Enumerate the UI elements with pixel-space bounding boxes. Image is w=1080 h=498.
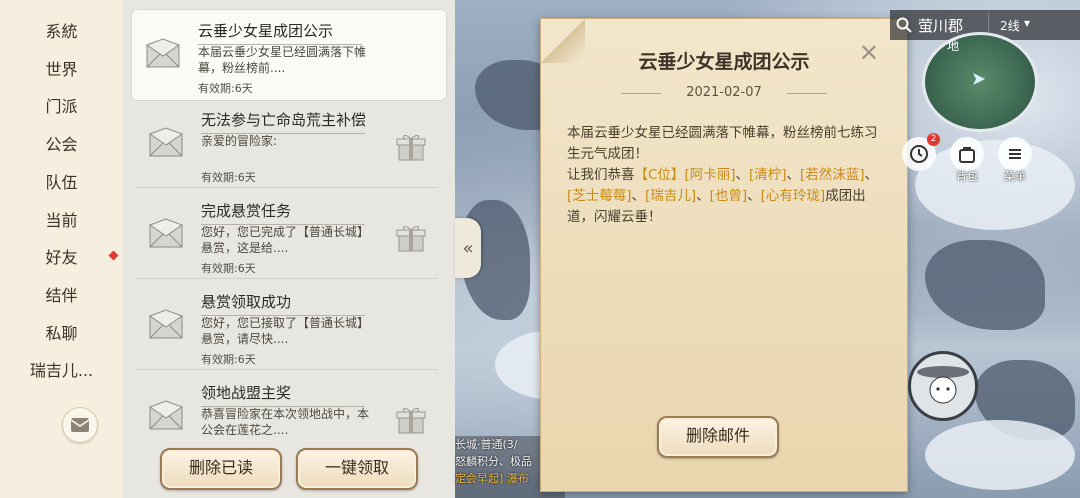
channel-tab[interactable]: 公会 [0, 127, 123, 163]
mail-body-paragraph: 让我们恭喜【C位】[阿卡丽]、[清柠]、[若然沫蓝]、[芝士莓莓]、[瑞吉儿]、… [567, 167, 879, 225]
mail-list-item[interactable]: 完成悬赏任务 您好，您已完成了【普通长城】悬赏，这是给.... 有效期:6天 [135, 190, 438, 279]
mail-actions: 删除已读 一键领取 [123, 445, 455, 498]
channel-tab[interactable]: 私聊 [0, 316, 123, 352]
minimap[interactable]: 地 [922, 32, 1038, 132]
envelope-icon [148, 400, 184, 430]
mail-title: 无法参与亡命岛荒主补偿 [201, 109, 365, 134]
gift-icon [396, 135, 426, 161]
minimap-label: 地 [947, 39, 960, 53]
mail-preview: 您好，您已接取了【普通长城】悬赏，请尽快.... [201, 316, 370, 346]
close-icon[interactable]: ✕ [859, 39, 879, 67]
menu-label: 菜单 [1004, 170, 1026, 183]
mail-list: 云垂少女星成团公示 本届云垂少女星已经圆满落下帷幕，粉丝榜前.... 有效期:6天无… [123, 0, 455, 498]
mail-expiry: 有效期:6天 [201, 171, 256, 184]
server-line[interactable]: 2线 [1000, 17, 1020, 34]
mail-expiry: 有效期:6天 [201, 353, 256, 366]
clock-button[interactable]: 2 [902, 133, 940, 171]
chevron-down-icon: ▾ [1024, 16, 1031, 30]
mail-title: 悬赏领取成功 [201, 291, 365, 316]
channel-tab[interactable]: 结伴 [0, 278, 123, 314]
envelope-icon [145, 38, 181, 68]
envelope-icon [148, 127, 184, 157]
gift-icon [396, 408, 426, 434]
highlighted-name: [阿卡丽] [684, 167, 736, 183]
highlighted-name: [心有玲珑] [760, 188, 826, 204]
mail-list-item[interactable]: 悬赏领取成功 您好，您已接取了【普通长城】悬赏，请尽快.... 有效期:6天 [135, 281, 438, 370]
mail-body-paragraph: 本届云垂少女星已经圆满落下帷幕，粉丝榜前七练习生元气成团！ [567, 125, 878, 162]
envelope [148, 218, 184, 252]
channel-tab[interactable]: 好友 [0, 240, 123, 276]
attachment [396, 406, 426, 438]
menu-button[interactable] [998, 137, 1032, 171]
bag-label: 背包 [956, 170, 978, 183]
channel-tab[interactable]: 当前 [0, 203, 123, 239]
mail-preview: 亲爱的冒险家: [201, 134, 278, 148]
mail-preview: 本届云垂少女星已经圆满落下帷幕，粉丝榜前.... [198, 45, 367, 75]
bag-button[interactable] [950, 137, 984, 171]
character-portrait-icon [917, 366, 969, 404]
bag-icon [959, 147, 975, 163]
channel-tab-label: 好友 [45, 248, 78, 268]
chevron-left-icon: « [462, 237, 474, 259]
envelope-icon [148, 218, 184, 248]
mail-body: 本届云垂少女星已经圆满落下帷幕，粉丝榜前七练习生元气成团！ 让我们恭喜【C位】[… [567, 123, 885, 228]
highlighted-name: [芝士莓莓] [567, 188, 632, 204]
highlighted-name: [若然沫蓝] [800, 167, 865, 183]
highlighted-name: [也曾] [709, 188, 748, 204]
mail-title: 云垂少女星成团公示 [198, 20, 362, 45]
mail-title: 领地战盟主奖 [201, 382, 365, 407]
envelope-icon [148, 309, 184, 339]
mail-list-item[interactable]: 云垂少女星成团公示 本届云垂少女星已经圆满落下帷幕，粉丝榜前.... 有效期:6天 [131, 9, 447, 101]
mail-detail-panel: 云垂少女星成团公示 ✕ 2021-02-07 本届云垂少女星已经圆满落下帷幕，粉… [540, 18, 908, 492]
mail-date: 2021-02-07 [621, 85, 827, 103]
mail-button[interactable] [62, 407, 98, 443]
highlighted-name: [清柠] [748, 167, 787, 183]
mail-list-item[interactable]: 无法参与亡命岛荒主补偿 亲爱的冒险家: 有效期:6天 [135, 99, 438, 188]
unread-dot [108, 250, 119, 261]
delete-read-button[interactable]: 删除已读 [160, 448, 282, 490]
highlighted-name: [瑞吉儿] [645, 188, 697, 204]
mail-expiry: 有效期:6天 [201, 262, 256, 275]
collapse-panel-button[interactable]: « [455, 218, 481, 278]
channel-tab[interactable]: 系統 [0, 14, 123, 50]
notification-badge: 2 [927, 133, 940, 146]
highlighted-name: 【C位】 [634, 167, 685, 183]
search-icon [896, 17, 912, 33]
claim-all-button[interactable]: 一键领取 [296, 448, 418, 490]
mail-preview: 您好，您已完成了【普通长城】悬赏，这是给.... [201, 225, 370, 255]
channel-tab[interactable]: 瑞吉儿... [0, 353, 123, 389]
companion-avatar[interactable] [908, 351, 978, 421]
gift-icon [396, 226, 426, 252]
envelope [145, 38, 181, 72]
envelope-icon [70, 418, 90, 432]
envelope [148, 127, 184, 161]
delete-mail-button[interactable]: 删除邮件 [657, 416, 779, 458]
mail-detail-title: 云垂少女星成团公示 [638, 51, 810, 73]
envelope [148, 400, 184, 434]
body-text: 让我们恭喜 [567, 167, 635, 183]
attachment [396, 224, 426, 256]
player-arrow-icon [973, 73, 985, 85]
channel-tab[interactable]: 队伍 [0, 165, 123, 201]
mail-preview: 恭喜冒险家在本次领地战中，本公会在莲花之.... [201, 407, 370, 437]
location-name: 萤川郡 [918, 17, 964, 35]
channel-tab[interactable]: 门派 [0, 89, 123, 125]
menu-icon [1009, 149, 1021, 159]
channel-tab[interactable]: 世界 [0, 52, 123, 88]
envelope [148, 309, 184, 343]
mail-title: 完成悬赏任务 [201, 200, 365, 225]
attachment [396, 133, 426, 165]
mail-expiry: 有效期:6天 [198, 82, 253, 95]
clock-icon [910, 145, 928, 163]
